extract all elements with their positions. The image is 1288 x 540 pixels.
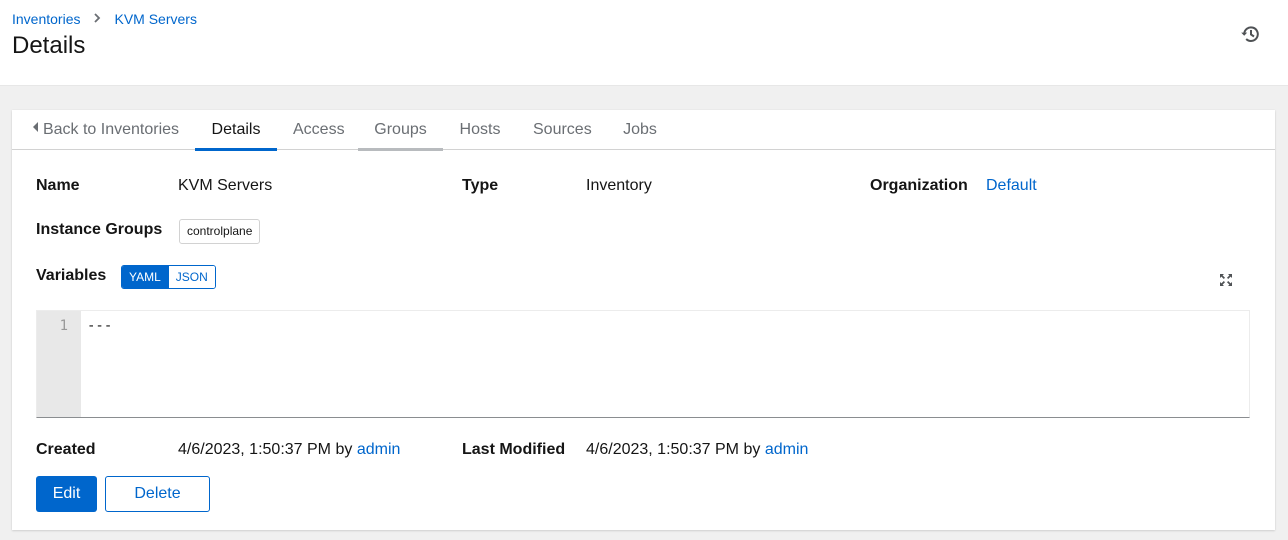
tab-back-to-inventories[interactable]: Back to Inventories [32, 110, 180, 150]
breadcrumb-kvm-servers[interactable]: KVM Servers [114, 11, 196, 27]
page-title: Details [12, 32, 86, 59]
name-value: KVM Servers [178, 177, 273, 194]
caret-left-icon [32, 122, 38, 132]
last-modified-date: 4/6/2023, 1:50:37 PM [586, 441, 739, 458]
history-icon[interactable] [1240, 24, 1260, 44]
tab-details[interactable]: Details [195, 110, 277, 151]
tab-label: Back to Inventories [42, 121, 180, 138]
last-modified-label: Last Modified [462, 441, 566, 458]
organization-label: Organization [870, 177, 968, 194]
organization-link[interactable]: Default [986, 177, 1037, 195]
tab-label: Groups [374, 121, 427, 138]
last-modified-user-link[interactable]: admin [765, 441, 809, 458]
code-line: --- [87, 318, 113, 334]
variables-code-editor[interactable]: 1 --- [36, 310, 1250, 418]
variables-label: Variables [36, 267, 107, 284]
last-modified-by: by [743, 441, 761, 458]
tab-label: Access [293, 121, 345, 138]
yaml-toggle-button[interactable]: YAML [122, 266, 168, 288]
tab-groups[interactable]: Groups [358, 110, 443, 151]
type-label: Type [462, 177, 499, 194]
tab-hosts[interactable]: Hosts [459, 110, 501, 150]
instance-groups-label: Instance Groups [36, 221, 163, 238]
tab-label: Sources [533, 121, 592, 138]
tab-sources[interactable]: Sources [533, 110, 592, 150]
created-date: 4/6/2023, 1:50:37 PM [178, 441, 331, 458]
created-value: 4/6/2023, 1:50:37 PM by admin [178, 441, 400, 459]
name-label: Name [36, 177, 80, 194]
expand-icon[interactable] [1218, 272, 1234, 288]
tab-label: Jobs [623, 121, 657, 138]
created-user-link[interactable]: admin [357, 441, 401, 458]
last-modified-value: 4/6/2023, 1:50:37 PM by admin [586, 441, 808, 459]
tab-label: Hosts [459, 121, 501, 138]
chevron-right-icon [94, 12, 101, 26]
created-label: Created [36, 441, 96, 458]
details-card: Back to Inventories Details Access Group… [12, 110, 1275, 530]
delete-button[interactable]: Delete [105, 476, 210, 512]
variables-format-toggle: YAML JSON [121, 265, 216, 289]
tab-access[interactable]: Access [293, 110, 345, 150]
json-toggle-button[interactable]: JSON [167, 266, 215, 288]
breadcrumb: Inventories KVM Servers [12, 11, 197, 27]
created-by: by [335, 441, 353, 458]
editor-gutter: 1 [37, 311, 81, 417]
tab-bar: Back to Inventories Details Access Group… [12, 110, 1275, 151]
tab-label: Details [211, 121, 261, 138]
edit-button[interactable]: Edit [36, 476, 97, 512]
page-header: Inventories KVM Servers Details [0, 0, 1288, 86]
instance-group-chip: controlplane [179, 219, 261, 244]
breadcrumb-inventories[interactable]: Inventories [12, 11, 80, 27]
tab-jobs[interactable]: Jobs [622, 110, 658, 150]
line-number: 1 [59, 318, 68, 334]
type-value: Inventory [586, 177, 652, 194]
